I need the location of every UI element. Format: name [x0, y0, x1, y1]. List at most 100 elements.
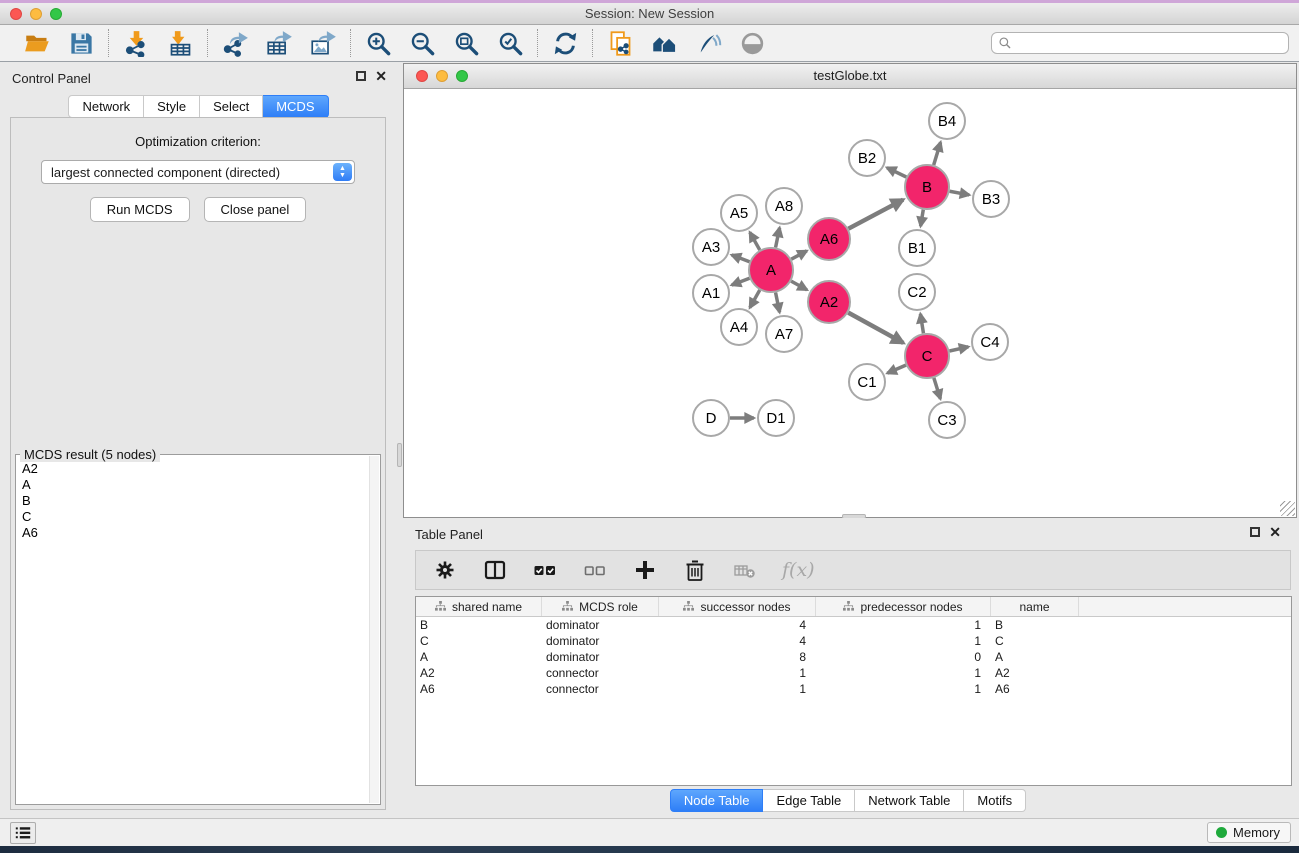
column-header-name[interactable]: name — [991, 597, 1079, 616]
memory-button[interactable]: Memory — [1207, 822, 1291, 843]
open-folder-icon[interactable] — [22, 28, 52, 58]
tab-mcds[interactable]: MCDS — [263, 95, 328, 118]
edge-B-B1[interactable] — [921, 210, 924, 226]
table-header-row[interactable]: shared nameMCDS rolesuccessor nodesprede… — [416, 597, 1291, 617]
mcds-result-item[interactable]: A — [18, 477, 368, 493]
maximize-window-icon[interactable] — [50, 8, 62, 20]
minimize-network-icon[interactable] — [436, 70, 448, 82]
export-image-icon[interactable] — [308, 28, 338, 58]
column-header-shared-name[interactable]: shared name — [416, 597, 542, 616]
tab-network[interactable]: Network — [68, 95, 144, 118]
duplicate-network-icon[interactable] — [605, 28, 635, 58]
zoom-selected-icon[interactable] — [495, 28, 525, 58]
cell-shared-name[interactable]: A6 — [416, 681, 542, 697]
cell-MCDS-role[interactable]: dominator — [542, 633, 659, 649]
node-A4[interactable]: A4 — [721, 309, 757, 345]
hide-details-icon[interactable] — [693, 28, 723, 58]
tab-style[interactable]: Style — [144, 95, 200, 118]
edge-A-A6[interactable] — [791, 251, 807, 259]
criterion-dropdown[interactable]: largest connected component (directed) ▲… — [41, 160, 355, 184]
home-icon[interactable] — [649, 28, 679, 58]
node-A8[interactable]: A8 — [766, 188, 802, 224]
edge-A-A2[interactable] — [791, 281, 807, 290]
edge-C-C1[interactable] — [887, 365, 906, 373]
edge-A2-C[interactable] — [848, 313, 903, 343]
node-B3[interactable]: B3 — [973, 181, 1009, 217]
network-graph[interactable]: B4B2BB3A8A5A6A3B1AA1C2A2A4A7C4CC1C3DD1 — [404, 90, 1296, 518]
cell-MCDS-role[interactable]: connector — [542, 681, 659, 697]
cell-predecessor-nodes[interactable]: 1 — [816, 617, 991, 633]
export-table-icon[interactable] — [264, 28, 294, 58]
edge-A-A4[interactable] — [750, 290, 760, 308]
edge-A-A3[interactable] — [732, 255, 750, 262]
node-B1[interactable]: B1 — [899, 230, 935, 266]
node-A6[interactable]: A6 — [808, 218, 850, 260]
edge-C-C4[interactable] — [949, 347, 968, 351]
cell-successor-nodes[interactable]: 4 — [659, 633, 816, 649]
table-row[interactable]: Bdominator41B — [416, 617, 1291, 633]
edge-C-C3[interactable] — [934, 378, 941, 399]
edge-C-C2[interactable] — [920, 314, 923, 333]
edge-A-A7[interactable] — [776, 293, 780, 313]
minimize-window-icon[interactable] — [30, 8, 42, 20]
cell-name[interactable]: B — [991, 617, 1079, 633]
node-C2[interactable]: C2 — [899, 274, 935, 310]
cell-name[interactable]: A — [991, 649, 1079, 665]
node-C3[interactable]: C3 — [929, 402, 965, 438]
node-B2[interactable]: B2 — [849, 140, 885, 176]
close-table-panel-icon[interactable]: ✕ — [1269, 527, 1281, 537]
node-D[interactable]: D — [693, 400, 729, 436]
cell-successor-nodes[interactable]: 1 — [659, 665, 816, 681]
node-A7[interactable]: A7 — [766, 316, 802, 352]
search-input[interactable] — [1017, 36, 1282, 50]
import-table-icon[interactable] — [165, 28, 195, 58]
cell-name[interactable]: A2 — [991, 665, 1079, 681]
edge-B-B2[interactable] — [887, 168, 906, 177]
tab-node-table[interactable]: Node Table — [670, 789, 764, 812]
zoom-fit-icon[interactable] — [451, 28, 481, 58]
table-row[interactable]: Adominator80A — [416, 649, 1291, 665]
task-history-button[interactable] — [10, 822, 36, 844]
tab-motifs[interactable]: Motifs — [964, 789, 1026, 812]
cell-name[interactable]: C — [991, 633, 1079, 649]
cell-name[interactable]: A6 — [991, 681, 1079, 697]
tab-edge-table[interactable]: Edge Table — [763, 789, 855, 812]
show-details-icon[interactable] — [737, 28, 767, 58]
table-row[interactable]: A6connector11A6 — [416, 681, 1291, 697]
close-panel-button[interactable]: Close panel — [204, 197, 307, 222]
cell-shared-name[interactable]: A — [416, 649, 542, 665]
network-window-titlebar[interactable]: testGlobe.txt — [404, 64, 1296, 89]
table-row[interactable]: A2connector11A2 — [416, 665, 1291, 681]
edge-A-A5[interactable] — [750, 232, 760, 250]
mcds-result-item[interactable]: A6 — [18, 525, 368, 541]
mcds-result-item[interactable]: A2 — [18, 461, 368, 477]
cell-predecessor-nodes[interactable]: 1 — [816, 633, 991, 649]
cell-predecessor-nodes[interactable]: 1 — [816, 665, 991, 681]
save-icon[interactable] — [66, 28, 96, 58]
mcds-result-scrollbar[interactable] — [369, 456, 379, 803]
node-D1[interactable]: D1 — [758, 400, 794, 436]
cell-successor-nodes[interactable]: 1 — [659, 681, 816, 697]
close-panel-icon[interactable]: ✕ — [375, 71, 387, 81]
node-B4[interactable]: B4 — [929, 103, 965, 139]
cell-shared-name[interactable]: C — [416, 633, 542, 649]
run-mcds-button[interactable]: Run MCDS — [90, 197, 190, 222]
edge-A-A1[interactable] — [732, 278, 750, 285]
zoom-out-icon[interactable] — [407, 28, 437, 58]
column-header-MCDS-role[interactable]: MCDS role — [542, 597, 659, 616]
divider-grip[interactable] — [397, 443, 402, 467]
gear-icon[interactable] — [432, 557, 458, 583]
node-A1[interactable]: A1 — [693, 275, 729, 311]
tab-network-table[interactable]: Network Table — [855, 789, 964, 812]
cell-MCDS-role[interactable]: connector — [542, 665, 659, 681]
close-network-icon[interactable] — [416, 70, 428, 82]
node-A2[interactable]: A2 — [808, 281, 850, 323]
cell-successor-nodes[interactable]: 4 — [659, 617, 816, 633]
float-table-panel-icon[interactable] — [1250, 527, 1260, 537]
select-all-icon[interactable] — [532, 557, 558, 583]
cell-predecessor-nodes[interactable]: 1 — [816, 681, 991, 697]
refresh-icon[interactable] — [550, 28, 580, 58]
edge-B-B3[interactable] — [950, 191, 970, 195]
cell-shared-name[interactable]: A2 — [416, 665, 542, 681]
node-A[interactable]: A — [749, 248, 793, 292]
